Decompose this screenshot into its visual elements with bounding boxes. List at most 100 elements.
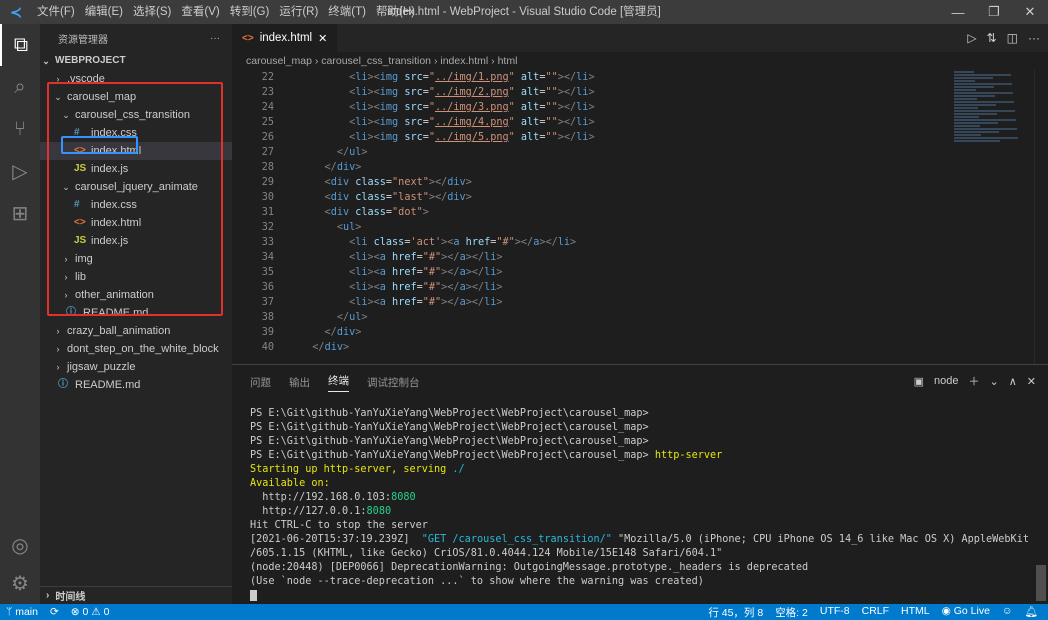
tree-item[interactable]: › .vscode <box>40 70 232 88</box>
more-icon[interactable]: ··· <box>1028 31 1040 45</box>
tab-index-html[interactable]: <> index.html ✕ <box>232 24 338 52</box>
menu-item[interactable]: 运行(R) <box>274 0 323 24</box>
terminal-line: http://192.168.0.103:8080 <box>250 492 416 503</box>
maximize-panel-icon[interactable]: ∧ <box>1009 375 1017 388</box>
split-editor-icon[interactable]: ◫ <box>1007 31 1018 45</box>
explorer-icon[interactable]: ⧉ <box>0 24 40 66</box>
workspace-root[interactable]: ⌄ WEBPROJECT <box>40 52 232 70</box>
chevron-right-icon: › <box>488 55 498 67</box>
menu-item[interactable]: 帮助(H) <box>371 0 420 24</box>
code-view[interactable]: 22 <li><img src="../img/1.png" alt=""></… <box>232 70 1048 355</box>
tree-item[interactable]: ⓘ README.md <box>40 304 232 322</box>
close-panel-icon[interactable]: ✕ <box>1027 375 1036 388</box>
language-mode[interactable]: HTML <box>901 605 930 620</box>
restore-icon[interactable]: ❐ <box>976 0 1012 24</box>
new-terminal-icon[interactable]: ＋ <box>969 373 980 389</box>
problems-indicator[interactable]: ⊗ 0 ⚠ 0 <box>71 606 110 618</box>
go-live-button[interactable]: ◉ Go Live <box>942 605 990 620</box>
vscode-logo-icon: ≺ <box>10 3 22 20</box>
minimap[interactable] <box>954 70 1034 150</box>
minimize-icon[interactable]: — <box>940 0 976 24</box>
tree-item[interactable]: JS index.js <box>40 160 232 178</box>
more-actions-icon[interactable]: ··· <box>210 33 220 44</box>
menu-item[interactable]: 选择(S) <box>128 0 176 24</box>
tree-item[interactable]: › jigsaw_puzzle <box>40 358 232 376</box>
html-file-icon: <> <box>74 145 86 156</box>
breadcrumb-item[interactable]: carousel_css_transition <box>321 55 431 67</box>
branch-indicator[interactable]: ᛘ main <box>6 606 38 618</box>
line-number: 33 <box>261 237 274 248</box>
panel-tab[interactable]: 终端 <box>328 373 349 392</box>
code-text: </div> <box>312 342 350 353</box>
cursor-position[interactable]: 行 45，列 8 <box>708 605 763 620</box>
code-text: <li><img src="../img/2.png" alt=""></li> <box>349 87 595 98</box>
panel-tab[interactable]: 调试控制台 <box>367 375 420 390</box>
explorer-sidebar: 资源管理器 ··· ⌄ WEBPROJECT › .vscode ⌄ carousel_… <box>40 24 232 604</box>
code-line: 31 <div class="dot"> <box>232 205 1048 220</box>
menu-item[interactable]: 编辑(E) <box>80 0 128 24</box>
feedback-icon[interactable]: ☺ <box>1002 605 1013 620</box>
code-line: 33 <li class='act'><a href="#"></a></li> <box>232 235 1048 250</box>
terminal-output[interactable]: PS E:\Git\github-YanYuXieYang\WebProject… <box>250 407 1029 603</box>
activity-bar: ⧉ ⌕ ⑂ ▷ ⊞ ◎ ⚙ <box>0 24 40 604</box>
tree-item-label: carousel_map <box>67 91 137 103</box>
line-number: 25 <box>261 117 274 128</box>
menu-item[interactable]: 查看(V) <box>176 0 224 24</box>
menu-item[interactable]: 转到(G) <box>225 0 275 24</box>
menu-item[interactable]: 终端(T) <box>323 0 371 24</box>
timeline-section[interactable]: › 时间线 <box>40 586 232 604</box>
code-text: <li><a href="#"></a></li> <box>349 267 503 278</box>
close-tab-icon[interactable]: ✕ <box>318 32 327 45</box>
terminal-cursor <box>250 589 257 601</box>
breadcrumb-item[interactable]: html <box>498 55 518 67</box>
code-line: 29 <div class="next"></div> <box>232 175 1048 190</box>
chevron-down-icon[interactable]: ⌄ <box>990 375 999 388</box>
editor-scrollbar[interactable] <box>1034 70 1048 364</box>
tree-item[interactable]: › img <box>40 250 232 268</box>
tree-item[interactable]: ⌄ carousel_map <box>40 88 232 106</box>
encoding[interactable]: UTF-8 <box>820 605 850 620</box>
tree-item[interactable]: › crazy_ball_animation <box>40 322 232 340</box>
panel-tab[interactable]: 输出 <box>289 375 310 390</box>
tree-item[interactable]: › other_animation <box>40 286 232 304</box>
info-file-icon: ⓘ <box>58 379 68 390</box>
account-icon[interactable]: ◎ <box>0 524 40 566</box>
tree-item[interactable]: JS index.js <box>40 232 232 250</box>
tree-item[interactable]: ⌄ carousel_jquery_animate <box>40 178 232 196</box>
tree-item[interactable]: › lib <box>40 268 232 286</box>
settings-gear-icon[interactable]: ⚙ <box>0 562 40 604</box>
code-line: 28 </div> <box>232 160 1048 175</box>
js-file-icon: JS <box>74 235 87 246</box>
notifications-icon[interactable]: 🔔︎ <box>1025 605 1038 620</box>
tree-item[interactable]: ⓘ README.md <box>40 376 232 394</box>
line-ending[interactable]: CRLF <box>862 605 889 620</box>
chevron-right-icon: › <box>64 254 68 264</box>
indentation[interactable]: 空格: 2 <box>775 605 808 620</box>
tree-item[interactable]: ⌄ carousel_css_transition <box>40 106 232 124</box>
code-text: <div class="dot"> <box>324 207 429 218</box>
breadcrumb-item[interactable]: carousel_map <box>246 55 312 67</box>
terminal-selector[interactable]: node <box>934 375 958 387</box>
close-icon[interactable]: ✕ <box>1012 0 1048 24</box>
run-icon[interactable]: ▷ <box>967 31 976 45</box>
terminal-scrollbar[interactable] <box>1036 565 1046 601</box>
source-control-icon[interactable]: ⑂ <box>0 108 40 150</box>
tree-item[interactable]: › dont_step_on_the_white_block <box>40 340 232 358</box>
menu-item[interactable]: 文件(F) <box>32 0 80 24</box>
code-text: </div> <box>324 327 362 338</box>
sync-icon[interactable]: ⟳ <box>50 606 59 618</box>
tree-item[interactable]: <> index.html <box>40 214 232 232</box>
extensions-icon[interactable]: ⊞ <box>0 192 40 234</box>
compare-icon[interactable]: ⇅ <box>987 31 997 45</box>
breadcrumb-item[interactable]: index.html <box>440 55 488 67</box>
panel-tab[interactable]: 问题 <box>250 375 271 390</box>
search-icon[interactable]: ⌕ <box>0 66 40 108</box>
tree-item[interactable]: # index.css <box>40 124 232 142</box>
tree-item-label: jigsaw_puzzle <box>67 361 136 373</box>
title-bar: ≺ 文件(F) 编辑(E) 选择(S) 查看(V) 转到(G) 运行(R) 终端(T) 帮助(… <box>0 0 1048 24</box>
timeline-label: 时间线 <box>55 592 86 603</box>
terminal-line: Hit CTRL-C to stop the server <box>250 520 428 531</box>
tree-item[interactable]: # index.css <box>40 196 232 214</box>
tree-item[interactable]: <> index.html <box>40 142 232 160</box>
run-debug-icon[interactable]: ▷ <box>0 150 40 192</box>
